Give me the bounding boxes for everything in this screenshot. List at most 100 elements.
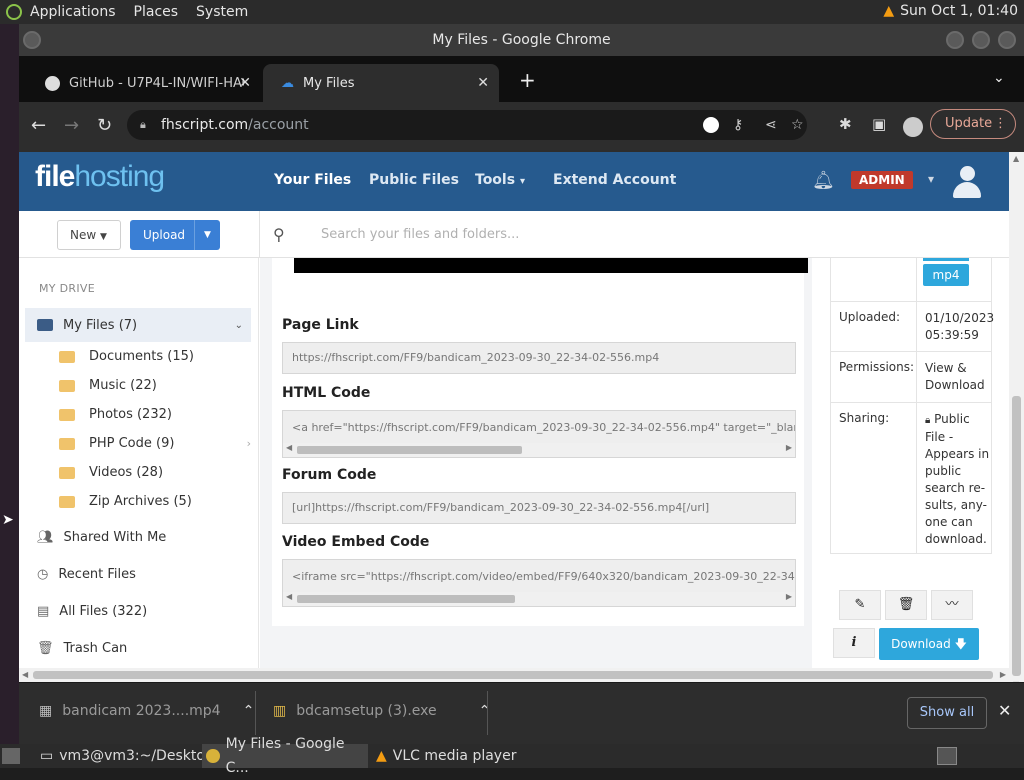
chevron-down-icon[interactable]: ⌄ (235, 320, 243, 331)
scrollbar-thumb[interactable] (297, 446, 522, 454)
file-actions: ✎ 🗑︎ 〰 i Download 🡇 (819, 580, 993, 674)
window-menu-button[interactable] (23, 31, 41, 49)
new-button[interactable]: New ▼ (57, 220, 121, 250)
task-terminal[interactable]: ▭ vm3@vm3:~/Desktop (36, 744, 214, 768)
search-input[interactable]: ⚲ Search your files and folders... (273, 223, 879, 247)
embed-code-scrollbar[interactable]: ◀ ▶ (283, 592, 795, 606)
upload-button[interactable]: Upload ▼ (130, 220, 220, 250)
scroll-right-icon[interactable]: ▶ (786, 431, 792, 457)
clock[interactable]: Sun Oct 1, 01:40 (900, 3, 1018, 19)
github-icon (45, 75, 60, 91)
download-item-bdcamsetup[interactable]: ▥ bdcamsetup (3).exe ⌃ (273, 703, 490, 719)
back-icon[interactable]: ← (31, 115, 46, 136)
site-logo[interactable]: filehosting (35, 160, 165, 194)
info-divider (916, 258, 917, 301)
html-code-field[interactable]: <a href="https://fhscript.com/FF9/bandic… (282, 410, 796, 458)
menu-places[interactable]: Places (134, 4, 179, 20)
caret-down-icon[interactable]: ▾ (928, 172, 934, 186)
sidebar-item-recent[interactable]: ◷ Recent Files (37, 557, 251, 591)
nav-your-files[interactable]: Your Files (274, 172, 351, 188)
close-tab-icon[interactable]: ✕ (239, 75, 251, 91)
extensions-icon[interactable]: ✱ (839, 115, 852, 133)
scrollbar-thumb[interactable] (297, 595, 515, 603)
download-button[interactable]: Download 🡇 (879, 628, 979, 660)
system-top-panel: Applications Places System ▲ Sun Oct 1, … (0, 0, 1024, 24)
menu-applications[interactable]: Applications (30, 4, 116, 20)
folder-zip-archives[interactable]: Zip Archives (5) (59, 494, 192, 509)
forum-code-field[interactable]: [url]https://fhscript.com/FF9/bandicam_2… (282, 492, 796, 524)
tab-github[interactable]: GitHub - U7P4L-IN/WIFI-HAC ✕ (27, 64, 261, 102)
profile-avatar[interactable] (903, 117, 923, 137)
reload-icon[interactable]: ↻ (97, 115, 112, 136)
bell-icon[interactable]: 🔔︎ (812, 170, 835, 191)
info-button[interactable]: i (833, 628, 875, 658)
sidebar-item-all-files[interactable]: ▤ All Files (322) (37, 594, 251, 628)
task-vlc[interactable]: ▲ VLC media player (372, 744, 522, 768)
side-panel-icon[interactable]: ▣ (872, 115, 886, 133)
chevron-right-icon[interactable]: › (247, 437, 251, 450)
menu-system[interactable]: System (196, 4, 248, 20)
close-shelf-icon[interactable]: ✕ (998, 701, 1011, 720)
html-code-scrollbar[interactable]: ◀ ▶ (283, 443, 795, 457)
sidebar: MY DRIVE My Files (7) ⌄ Documents (15) M… (19, 258, 259, 696)
chevron-up-icon[interactable]: ⌃ (479, 703, 491, 719)
workspace-chrome-icon[interactable] (937, 747, 957, 765)
edit-button[interactable]: ✎ (839, 590, 881, 620)
vlc-tray-icon[interactable]: ▲ (883, 3, 894, 19)
scrollbar-thumb[interactable] (1012, 396, 1021, 676)
scroll-left-icon[interactable]: ◀ (286, 431, 292, 457)
video-preview[interactable] (294, 258, 808, 273)
folder-music[interactable]: Music (22) (59, 378, 157, 393)
forward-icon[interactable]: → (64, 115, 79, 136)
info-key: Permissions: (839, 360, 915, 374)
user-avatar-icon[interactable] (953, 166, 981, 200)
file-type-badge[interactable]: mp4 (923, 264, 969, 286)
scrollbar-thumb[interactable] (33, 671, 993, 679)
share-icon[interactable]: ⋖ (765, 110, 777, 140)
tab-search-icon[interactable]: ⌄ (993, 70, 1005, 86)
stats-button[interactable]: 〰 (931, 590, 973, 620)
scroll-right-icon[interactable]: ▶ (786, 580, 792, 606)
google-icon[interactable] (703, 117, 719, 133)
show-all-button[interactable]: Show all (907, 697, 987, 729)
url-bar[interactable]: 🔒︎ fhscript.com/account ⚷ ⋖ ☆ (127, 110, 807, 140)
page-link-field[interactable]: https://fhscript.com/FF9/bandicam_2023-0… (282, 342, 796, 374)
chevron-up-icon[interactable]: ⌃ (243, 703, 255, 719)
shelf-divider (487, 691, 488, 735)
new-tab-button[interactable]: + (519, 68, 536, 92)
close-tab-icon[interactable]: ✕ (477, 75, 489, 91)
admin-badge[interactable]: ADMIN (851, 171, 913, 189)
info-row-permissions: Permissions: View & Download (831, 351, 991, 402)
folder-photos[interactable]: Photos (232) (59, 407, 172, 422)
scroll-left-icon[interactable]: ◀ (22, 670, 28, 679)
download-item-bandicam[interactable]: ▦ bandicam 2023....mp4 ⌃ (39, 703, 254, 719)
minimize-button[interactable] (946, 31, 964, 49)
system-logo-icon[interactable] (6, 4, 22, 20)
page-horizontal-scrollbar[interactable]: ◀ ▶ (19, 668, 1009, 682)
folder-videos[interactable]: Videos (28) (59, 465, 163, 480)
update-button[interactable]: Update ⋮ (930, 109, 1016, 139)
upload-dropdown-icon[interactable]: ▼ (194, 220, 220, 250)
folder-documents[interactable]: Documents (15) (59, 349, 194, 364)
maximize-button[interactable] (972, 31, 990, 49)
scroll-right-icon[interactable]: ▶ (1000, 670, 1006, 679)
key-icon[interactable]: ⚷ (733, 110, 743, 140)
tab-my-files[interactable]: ☁ My Files ✕ (263, 64, 499, 102)
nav-extend-account[interactable]: Extend Account (553, 172, 676, 188)
show-desktop-icon[interactable] (2, 748, 20, 764)
sidebar-item-trash[interactable]: 🗑︎ Trash Can (37, 631, 251, 665)
scroll-left-icon[interactable]: ◀ (286, 580, 292, 606)
sidebar-item-my-files[interactable]: My Files (7) ⌄ (25, 308, 251, 342)
nav-tools[interactable]: Tools ▾ (475, 172, 525, 188)
folder-php-code[interactable]: PHP Code (9) › (59, 436, 251, 451)
task-chrome[interactable]: My Files - Google C... (202, 736, 368, 776)
nav-public-files[interactable]: Public Files (369, 172, 459, 188)
lock-icon[interactable]: 🔒︎ (140, 110, 146, 140)
video-embed-code-field[interactable]: <iframe src="https://fhscript.com/video/… (282, 559, 796, 607)
close-window-button[interactable] (998, 31, 1016, 49)
bookmark-star-icon[interactable]: ☆ (791, 110, 804, 140)
page-vertical-scrollbar[interactable]: ▲▼ (1009, 152, 1024, 696)
delete-button[interactable]: 🗑︎ (885, 590, 927, 620)
sidebar-item-shared[interactable]: 👥︎ Shared With Me (37, 520, 251, 554)
scroll-up-icon[interactable]: ▲ (1013, 154, 1019, 163)
